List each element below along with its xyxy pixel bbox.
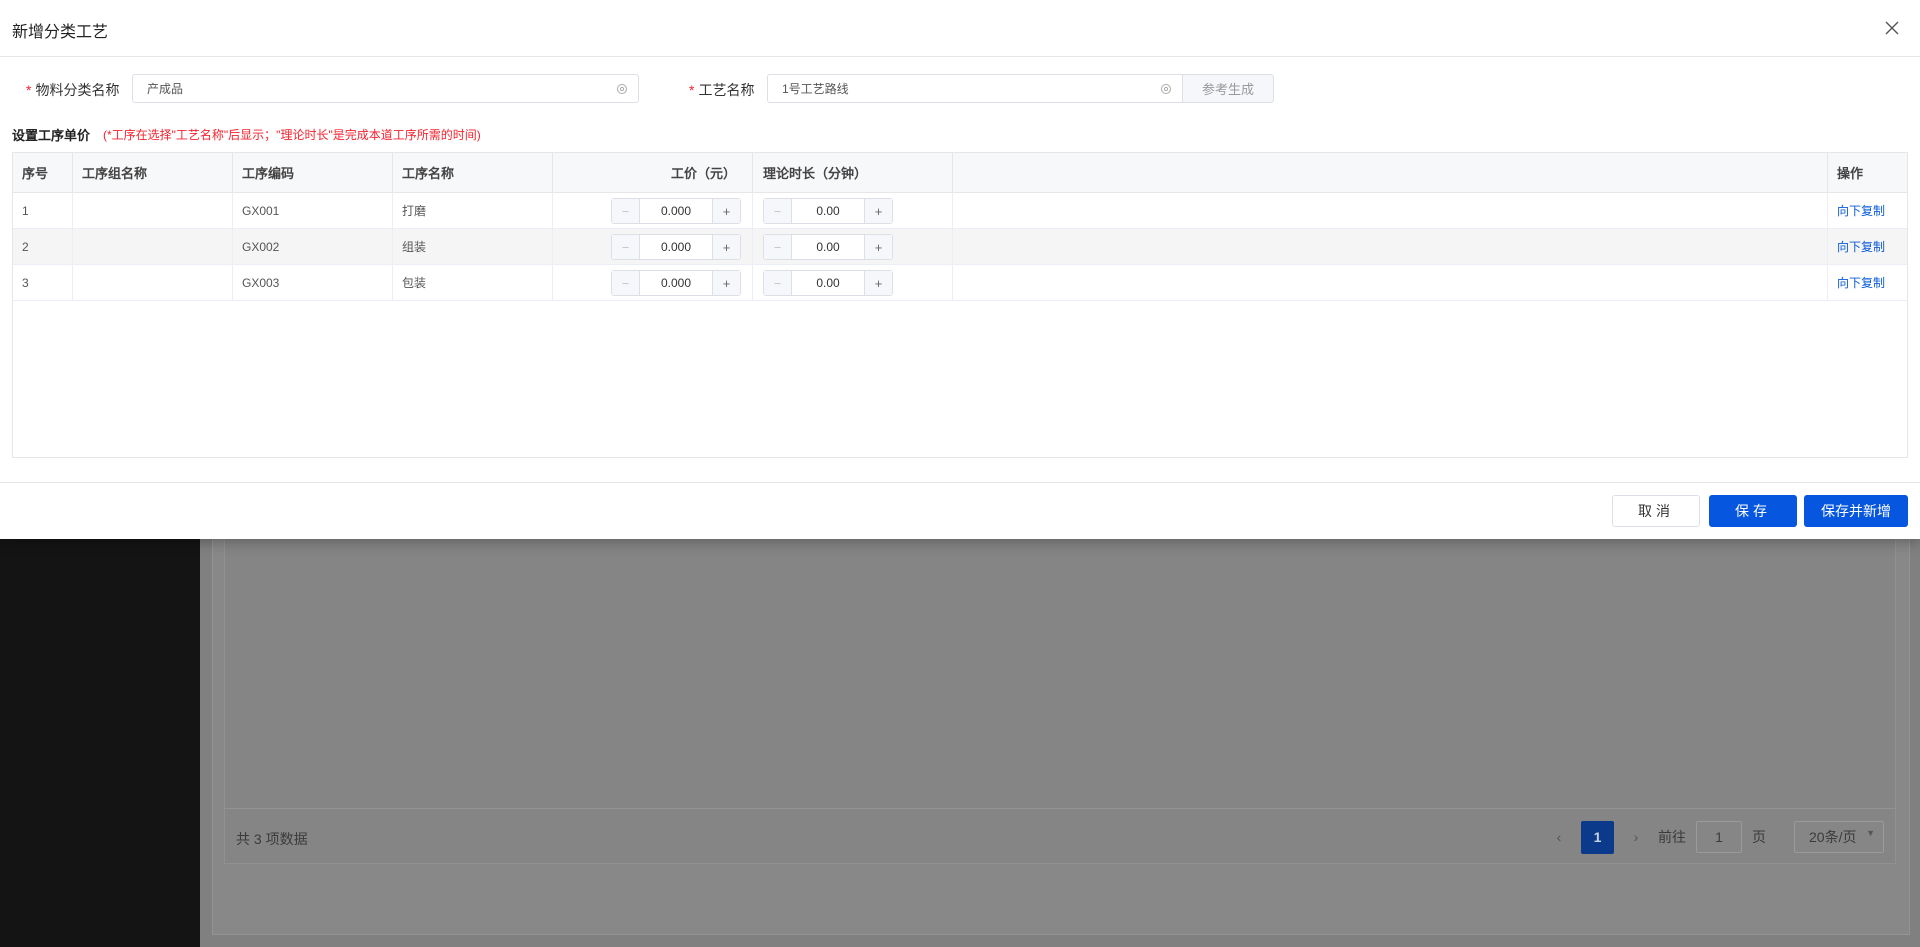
decrement-button[interactable]: −: [612, 271, 640, 295]
total-count-text: 共 3 项数据: [236, 831, 308, 847]
row-action: 向下复制: [1828, 229, 1907, 264]
column-header-price: 工价（元）: [553, 153, 753, 192]
table-row: 2 GX002 组装 − 0.000 + − 0.00 + 向下复制: [13, 229, 1907, 265]
process-name-input[interactable]: 1号工艺路线: [767, 74, 1183, 103]
duration-stepper[interactable]: − 0.00 +: [763, 270, 893, 296]
required-mark: *: [689, 82, 695, 98]
search-icon[interactable]: [1160, 83, 1172, 95]
row-group: [73, 193, 233, 228]
decrement-button[interactable]: −: [612, 235, 640, 259]
page-size-value: 20条/页: [1809, 829, 1857, 845]
row-no: 2: [13, 229, 73, 264]
close-icon[interactable]: [1880, 16, 1904, 40]
table-row: 1 GX001 打磨 − 0.000 + − 0.00 + 向下复制: [13, 193, 1907, 229]
price-stepper[interactable]: − 0.000 +: [611, 234, 741, 260]
row-price-cell: − 0.000 +: [553, 193, 753, 228]
row-spacer: [953, 193, 1828, 228]
row-action: 向下复制: [1828, 193, 1907, 228]
material-category-label: * 物料分类名称: [26, 82, 120, 98]
save-button[interactable]: 保存: [1709, 495, 1797, 527]
decrement-button[interactable]: −: [764, 235, 792, 259]
price-value[interactable]: 0.000: [640, 199, 712, 223]
copy-down-link[interactable]: 向下复制: [1837, 274, 1885, 291]
column-header-action: 操作: [1837, 166, 1864, 181]
dialog-header: 新增分类工艺: [0, 0, 1920, 57]
price-value[interactable]: 0.000: [640, 235, 712, 259]
price-value[interactable]: 0.000: [640, 271, 712, 295]
row-price-cell: − 0.000 +: [553, 265, 753, 300]
column-header-no: 序号: [13, 153, 73, 192]
prev-page-icon[interactable]: ‹: [1547, 829, 1571, 845]
row-spacer: [953, 265, 1828, 300]
pager: ‹ 1 › 前往 1 页 20条/页 ▼: [1547, 820, 1896, 854]
row-code: GX001: [233, 193, 393, 228]
price-stepper[interactable]: − 0.000 +: [611, 270, 741, 296]
row-no: 3: [13, 265, 73, 300]
row-action: 向下复制: [1828, 265, 1907, 300]
goto-page-input[interactable]: 1: [1696, 821, 1742, 853]
page-number-current[interactable]: 1: [1581, 820, 1614, 854]
increment-button[interactable]: +: [712, 271, 740, 295]
decrement-button[interactable]: −: [612, 199, 640, 223]
decrement-button[interactable]: −: [764, 199, 792, 223]
row-no: 1: [13, 193, 73, 228]
column-header-name: 工序名称: [393, 153, 553, 192]
column-header-spacer: [953, 153, 1828, 192]
reference-generate-button[interactable]: 参考生成: [1182, 74, 1274, 103]
copy-down-link[interactable]: 向下复制: [1837, 238, 1885, 255]
row-code: GX003: [233, 265, 393, 300]
column-header-duration: 理论时长（分钟）: [753, 153, 953, 192]
row-spacer: [953, 229, 1828, 264]
app-pagination-bar: 共 3 项数据 ‹ 1 › 前往 1 页 20条/页 ▼: [224, 808, 1896, 864]
dialog-title: 新增分类工艺: [12, 24, 109, 41]
row-duration-cell: − 0.00 +: [753, 265, 953, 300]
dialog-footer: 取消 保存 保存并新增: [0, 482, 1920, 539]
duration-value[interactable]: 0.00: [792, 235, 864, 259]
increment-button[interactable]: +: [712, 199, 740, 223]
column-header-group: 工序组名称: [73, 153, 233, 192]
section-title: 设置工序单价: [12, 128, 91, 143]
search-icon[interactable]: [616, 83, 628, 95]
caret-down-icon: ▼: [1866, 828, 1875, 838]
row-name: 打磨: [393, 193, 553, 228]
row-duration-cell: − 0.00 +: [753, 193, 953, 228]
duration-stepper[interactable]: − 0.00 +: [763, 198, 893, 224]
section-hint: (*工序在选择"工艺名称"后显示；"理论时长"是完成本道工序所需的时间): [103, 128, 481, 142]
copy-down-link[interactable]: 向下复制: [1837, 202, 1885, 219]
required-mark: *: [26, 82, 32, 98]
increment-button[interactable]: +: [864, 235, 892, 259]
row-group: [73, 229, 233, 264]
process-name-value: 1号工艺路线: [782, 82, 849, 96]
next-page-icon[interactable]: ›: [1624, 829, 1648, 845]
decrement-button[interactable]: −: [764, 271, 792, 295]
page-unit-label: 页: [1752, 829, 1766, 845]
increment-button[interactable]: +: [864, 271, 892, 295]
row-duration-cell: − 0.00 +: [753, 229, 953, 264]
material-category-value: 产成品: [147, 82, 184, 96]
process-price-table: 序号 工序组名称 工序编码 工序名称 工价（元） 理论时长（分钟） 操作 1 G…: [12, 152, 1908, 458]
row-group: [73, 265, 233, 300]
increment-button[interactable]: +: [712, 235, 740, 259]
material-category-input[interactable]: 产成品: [132, 74, 639, 103]
table-header: 序号 工序组名称 工序编码 工序名称 工价（元） 理论时长（分钟） 操作: [13, 153, 1907, 193]
price-stepper[interactable]: − 0.000 +: [611, 198, 741, 224]
row-name: 组装: [393, 229, 553, 264]
table-row: 3 GX003 包装 − 0.000 + − 0.00 + 向下复制: [13, 265, 1907, 301]
goto-label: 前往: [1658, 829, 1686, 845]
duration-stepper[interactable]: − 0.00 +: [763, 234, 893, 260]
row-price-cell: − 0.000 +: [553, 229, 753, 264]
add-category-process-dialog: 新增分类工艺 * 物料分类名称 产成品 * 工艺名称 1号工艺路线 参考生成 设置工…: [0, 0, 1920, 539]
form-row: * 物料分类名称 产成品 * 工艺名称 1号工艺路线 参考生成: [0, 74, 1920, 103]
duration-value[interactable]: 0.00: [792, 199, 864, 223]
duration-value[interactable]: 0.00: [792, 271, 864, 295]
page-size-select[interactable]: 20条/页 ▼: [1794, 821, 1884, 853]
row-name: 包装: [393, 265, 553, 300]
cancel-button[interactable]: 取消: [1612, 495, 1700, 527]
row-code: GX002: [233, 229, 393, 264]
save-and-new-button[interactable]: 保存并新增: [1804, 495, 1908, 527]
process-name-label: * 工艺名称: [689, 82, 755, 98]
increment-button[interactable]: +: [864, 199, 892, 223]
column-header-code: 工序编码: [233, 153, 393, 192]
